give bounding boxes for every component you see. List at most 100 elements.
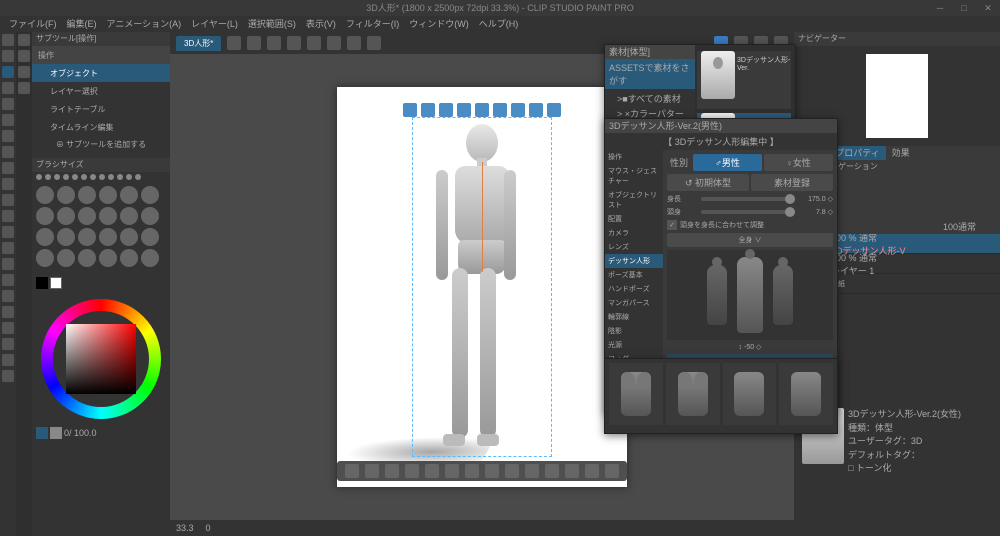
figure-arm-left[interactable]: [436, 170, 448, 280]
menu-layer[interactable]: レイヤー(L): [186, 16, 243, 32]
ctb-icon[interactable]: [425, 464, 439, 478]
brush-dot[interactable]: [36, 174, 42, 180]
brush-preset[interactable]: [57, 186, 75, 204]
angle-value[interactable]: 0: [206, 523, 211, 533]
brush-preset[interactable]: [99, 186, 117, 204]
subtool-item-lighttable[interactable]: ライトテーブル: [32, 100, 170, 118]
subtool-slot-icon[interactable]: [18, 66, 30, 78]
tool-operation-icon[interactable]: [2, 66, 14, 78]
navigator-thumb[interactable]: [866, 54, 928, 138]
menu-file[interactable]: ファイル(F): [4, 16, 62, 32]
toolbar-icon[interactable]: [307, 36, 321, 50]
menu-window[interactable]: ウィンドウ(W): [404, 16, 474, 32]
maximize-icon[interactable]: □: [952, 0, 976, 16]
height-value[interactable]: 175.0 ◇: [799, 195, 833, 203]
manip-pose-icon[interactable]: [493, 103, 507, 117]
brush-dot[interactable]: [135, 174, 141, 180]
color-chip[interactable]: [36, 427, 48, 439]
cat-item[interactable]: 操作: [605, 150, 663, 164]
tab-effect[interactable]: 効果: [886, 146, 916, 160]
ctb-icon[interactable]: [365, 464, 379, 478]
tool-deco-icon[interactable]: [2, 210, 14, 222]
menu-animation[interactable]: アニメーション(A): [102, 16, 187, 32]
ctb-icon[interactable]: [345, 464, 359, 478]
toolbar-icon[interactable]: [287, 36, 301, 50]
blend-mode[interactable]: 通常: [958, 220, 976, 234]
tool-blend-icon[interactable]: [2, 242, 14, 254]
manip-reset-icon[interactable]: [547, 103, 561, 117]
brush-preset[interactable]: [78, 249, 96, 267]
gender-male-button[interactable]: ♂男性: [693, 154, 762, 171]
brush-preset[interactable]: [78, 228, 96, 246]
manip-camera-icon[interactable]: [403, 103, 417, 117]
cat-item[interactable]: 配置: [605, 212, 663, 226]
ctb-icon[interactable]: [445, 464, 459, 478]
toolbar-icon[interactable]: [267, 36, 281, 50]
minimize-icon[interactable]: ─: [928, 0, 952, 16]
gender-female-button[interactable]: ♀女性: [764, 154, 833, 171]
ctb-icon[interactable]: [405, 464, 419, 478]
color-chip[interactable]: [50, 427, 62, 439]
silhouette-wide[interactable]: [773, 265, 793, 325]
toolbar-icon[interactable]: [227, 36, 241, 50]
assets-search[interactable]: ASSETSで素材をさがす: [605, 59, 695, 89]
brush-preset[interactable]: [57, 228, 75, 246]
brush-preset[interactable]: [141, 249, 159, 267]
silhouette-main[interactable]: [737, 257, 763, 333]
tool-eraser-icon[interactable]: [2, 226, 14, 238]
cat-item[interactable]: レンズ: [605, 240, 663, 254]
tool-pen-icon[interactable]: [2, 146, 14, 158]
cat-item[interactable]: ポーズ基本: [605, 268, 663, 282]
cat-item[interactable]: デッサン人形: [605, 254, 663, 268]
toolbar-icon[interactable]: [327, 36, 341, 50]
menu-selection[interactable]: 選択範囲(S): [243, 16, 301, 32]
cat-item[interactable]: 輪郭線: [605, 310, 663, 324]
toolbar-icon[interactable]: [347, 36, 361, 50]
color-wheel[interactable]: [41, 299, 161, 419]
tool-ruler-icon[interactable]: [2, 322, 14, 334]
cat-item[interactable]: マウス・ジェスチャー: [605, 164, 663, 188]
brush-preset[interactable]: [99, 249, 117, 267]
detail-tone[interactable]: □ トーン化: [848, 462, 992, 476]
brush-preset[interactable]: [36, 228, 54, 246]
brush-dot[interactable]: [54, 174, 60, 180]
figure-foot-left[interactable]: [443, 434, 465, 446]
brush-dot[interactable]: [108, 174, 114, 180]
figure-head[interactable]: [466, 124, 498, 162]
tool-brush-icon[interactable]: [2, 178, 14, 190]
mat-card[interactable]: [779, 363, 833, 425]
ctb-icon[interactable]: [385, 464, 399, 478]
tool-pencil-icon[interactable]: [2, 162, 14, 174]
brush-preset[interactable]: [36, 207, 54, 225]
tool-wand-icon[interactable]: [2, 114, 14, 126]
tree-item[interactable]: >■すべての素材: [607, 91, 693, 106]
brush-dot[interactable]: [90, 174, 96, 180]
close-icon[interactable]: ✕: [976, 0, 1000, 16]
tool-marquee-icon[interactable]: [2, 98, 14, 110]
brush-preset[interactable]: [141, 228, 159, 246]
brush-preset[interactable]: [99, 207, 117, 225]
subtool-item-layerselect[interactable]: レイヤー選択: [32, 82, 170, 100]
brush-preset[interactable]: [57, 207, 75, 225]
swatch-fg[interactable]: [36, 277, 48, 289]
brush-dot[interactable]: [81, 174, 87, 180]
tool-eyedropper-icon[interactable]: [2, 130, 14, 142]
mat-card[interactable]: [666, 363, 720, 425]
tool-move-icon[interactable]: [2, 50, 14, 62]
brush-preset[interactable]: [57, 249, 75, 267]
cat-item[interactable]: ハンドポーズ: [605, 282, 663, 296]
brush-preset[interactable]: [36, 249, 54, 267]
tool-zoom-icon[interactable]: [2, 34, 14, 46]
prop-title[interactable]: 3Dデッサン人形-Ver.2(男性): [605, 119, 837, 133]
brush-preset[interactable]: [120, 228, 138, 246]
cat-item[interactable]: マンガパース: [605, 296, 663, 310]
subtool-slot-icon[interactable]: [18, 50, 30, 62]
brush-preset[interactable]: [78, 207, 96, 225]
3d-figure-bounding[interactable]: [412, 117, 552, 457]
figure-arm-right[interactable]: [504, 170, 516, 280]
subtool-slot-icon[interactable]: [18, 34, 30, 46]
subtool-item-timeline[interactable]: タイムライン編集: [32, 118, 170, 136]
silhouette-editor[interactable]: [667, 250, 833, 340]
cat-item[interactable]: 陰影: [605, 324, 663, 338]
tool-fill-icon[interactable]: [2, 258, 14, 270]
